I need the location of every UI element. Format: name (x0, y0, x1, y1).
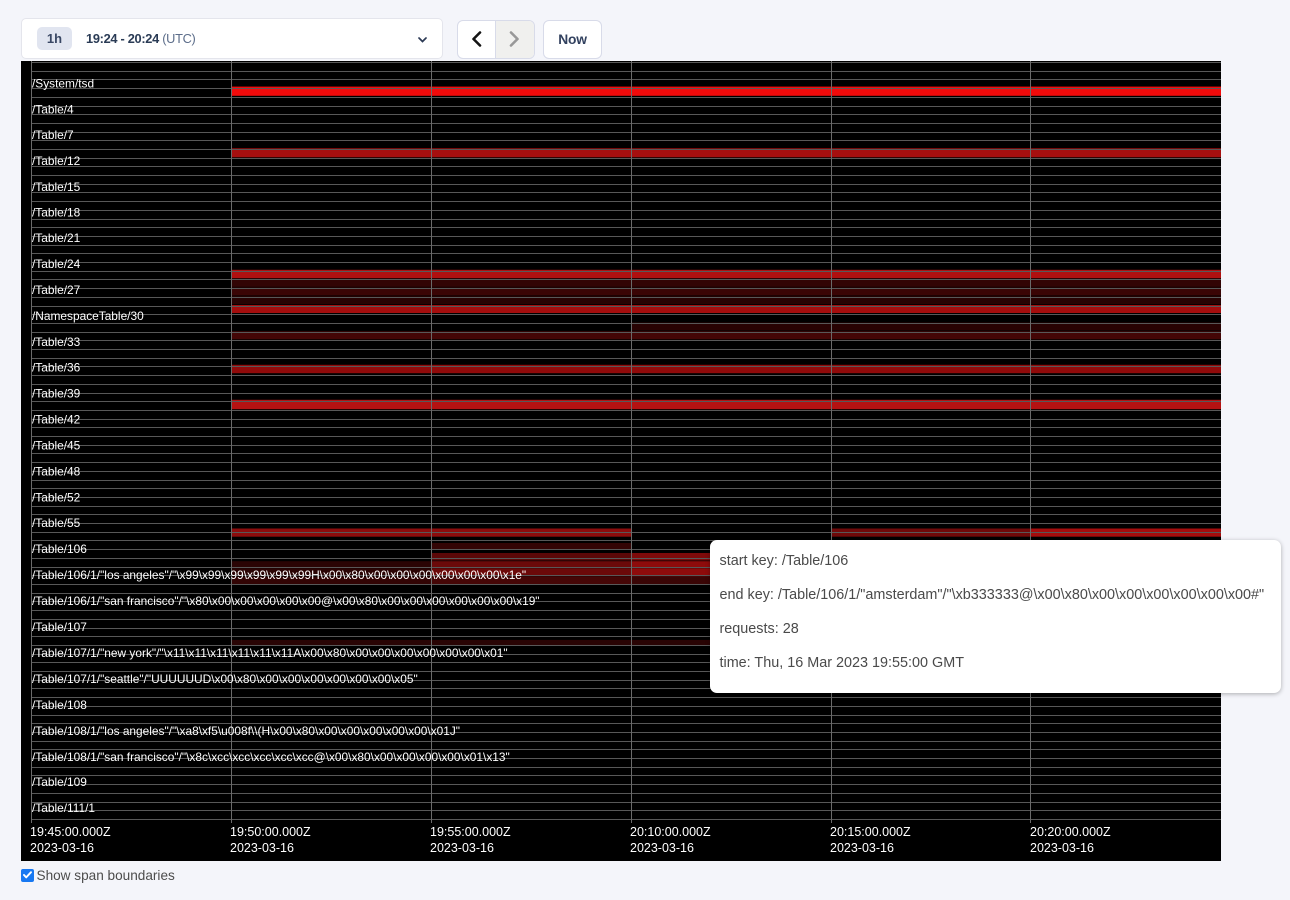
svg-text:2023-03-16: 2023-03-16 (1030, 841, 1094, 855)
svg-text:2023-03-16: 2023-03-16 (630, 841, 694, 855)
svg-text:/Table/33: /Table/33 (32, 335, 81, 349)
svg-text:2023-03-16: 2023-03-16 (30, 841, 94, 855)
svg-text:/Table/24: /Table/24 (32, 257, 81, 271)
svg-text:19:55:00.000Z: 19:55:00.000Z (430, 825, 511, 839)
svg-text:/Table/111/1: /Table/111/1 (32, 801, 95, 815)
svg-text:/Table/45: /Table/45 (32, 438, 81, 452)
svg-text:20:20:00.000Z: 20:20:00.000Z (1030, 825, 1111, 839)
svg-text:/Table/55: /Table/55 (32, 516, 81, 530)
svg-text:/Table/27: /Table/27 (32, 283, 81, 297)
svg-text:/Table/107/1/"seattle"/"UUUUUU: /Table/107/1/"seattle"/"UUUUUUD\x00\x80\… (32, 672, 418, 686)
svg-text:/Table/7: /Table/7 (32, 128, 74, 142)
svg-text:20:15:00.000Z: 20:15:00.000Z (830, 825, 911, 839)
svg-text:/Table/36: /Table/36 (32, 360, 81, 374)
svg-text:/Table/15: /Table/15 (32, 180, 81, 194)
svg-text:2023-03-16: 2023-03-16 (830, 841, 894, 855)
svg-text:/Table/39: /Table/39 (32, 386, 81, 400)
svg-text:/Table/107: /Table/107 (32, 620, 87, 634)
svg-text:/Table/108/1/"los angeles"/"\x: /Table/108/1/"los angeles"/"\xa8\xf5\u00… (32, 724, 460, 738)
svg-text:/Table/107/1/"new york"/"\x11\: /Table/107/1/"new york"/"\x11\x11\x11\x1… (32, 646, 508, 660)
svg-text:/Table/42: /Table/42 (32, 412, 81, 426)
svg-text:/Table/106/1/"los angeles"/"\x: /Table/106/1/"los angeles"/"\x99\x99\x99… (32, 568, 526, 582)
svg-text:19:50:00.000Z: 19:50:00.000Z (230, 825, 311, 839)
svg-text:19:45:00.000Z: 19:45:00.000Z (30, 825, 111, 839)
svg-text:/Table/108/1/"san francisco"/": /Table/108/1/"san francisco"/"\x8c\xcc\x… (32, 750, 510, 764)
svg-text:/Table/12: /Table/12 (32, 154, 81, 168)
svg-text:/Table/109: /Table/109 (32, 775, 87, 789)
svg-text:/Table/48: /Table/48 (32, 464, 81, 478)
svg-text:/Table/21: /Table/21 (32, 231, 81, 245)
svg-text:2023-03-16: 2023-03-16 (230, 841, 294, 855)
svg-text:/Table/4: /Table/4 (32, 102, 74, 116)
svg-text:2023-03-16: 2023-03-16 (430, 841, 494, 855)
svg-text:/NamespaceTable/30: /NamespaceTable/30 (32, 309, 144, 323)
svg-text:/Table/18: /Table/18 (32, 205, 81, 219)
svg-text:20:10:00.000Z: 20:10:00.000Z (630, 825, 711, 839)
svg-text:/Table/108: /Table/108 (32, 698, 87, 712)
svg-text:/Table/106/1/"san francisco"/": /Table/106/1/"san francisco"/"\x80\x00\x… (32, 594, 540, 608)
svg-text:/Table/106: /Table/106 (32, 542, 87, 556)
svg-text:/System/tsd: /System/tsd (32, 76, 94, 90)
svg-text:/Table/52: /Table/52 (32, 490, 81, 504)
